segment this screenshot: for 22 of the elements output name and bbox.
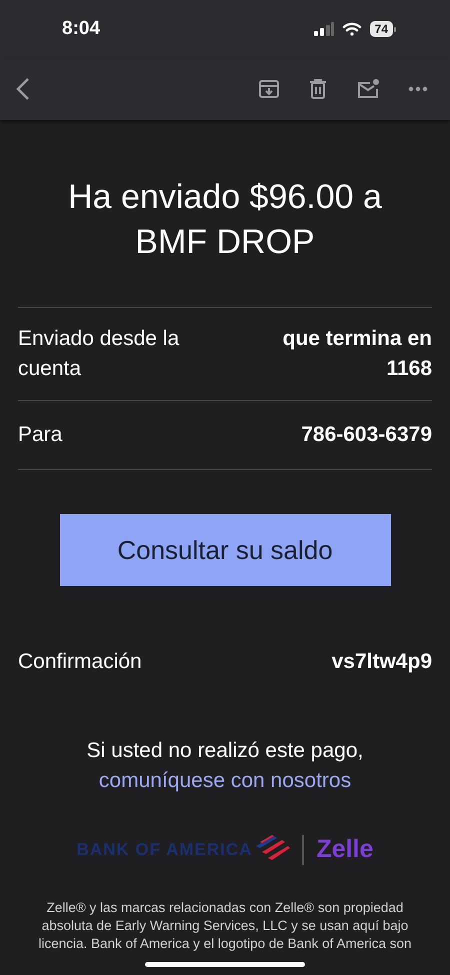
signal-icon [314,22,334,36]
bank-logo: BANK OF AMERICA [76,834,290,865]
trash-icon[interactable] [308,78,328,100]
zelle-logo: Zelle [316,835,374,864]
battery-icon: 74 [370,21,396,37]
back-button[interactable] [16,77,30,101]
notice-text: Si usted no realizó este pago, [86,738,364,764]
archive-icon[interactable] [258,78,280,100]
contact-link[interactable]: comuníquese con nosotros [98,766,352,796]
detail-value: que termina en 1168 [282,326,432,382]
detail-label: Confirmación [18,649,142,675]
detail-value: vs7ltw4p9 [332,649,432,675]
legal-text: Zelle® y las marcas relacionadas con Zelle® son propiedad absoluta de Early Warning Services, LLC y se usan aquí bajo licencia. Bank of America y el logotipo de Bank of America son [38,899,412,953]
balance-button[interactable]: Consultar su saldo [60,514,390,586]
more-icon[interactable] [408,86,428,92]
email-title: Ha enviado $96.00 a BMF DROP [67,177,383,263]
wifi-icon [342,22,362,36]
detail-label: Enviado desde la cuenta [18,326,180,382]
mail-icon[interactable] [356,78,380,100]
detail-label: Para [18,422,62,448]
detail-value: 786-603-6379 [301,422,432,448]
clock: 8:04 [62,18,100,40]
